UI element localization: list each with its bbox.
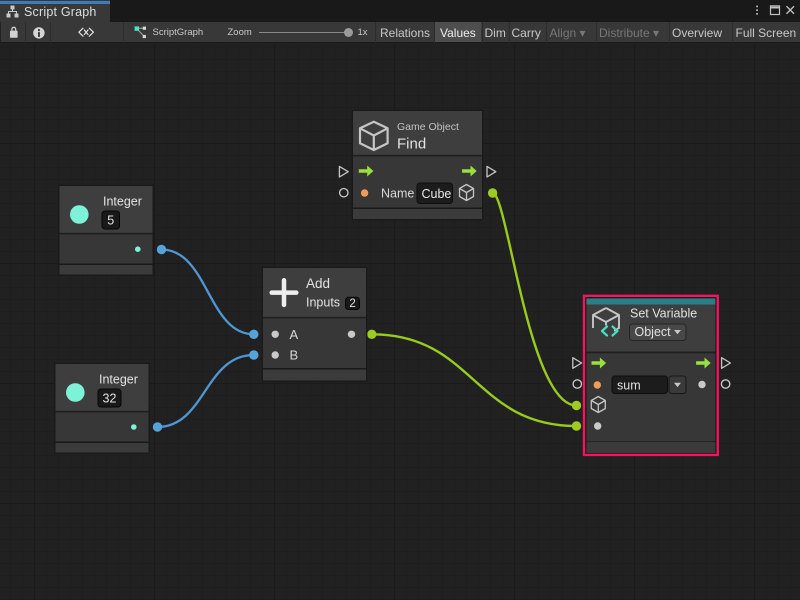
svg-text:A: A — [290, 327, 299, 342]
svg-text:Set Variable: Set Variable — [630, 307, 697, 321]
svg-text:Object: Object — [635, 325, 672, 339]
svg-text:Name: Name — [381, 186, 414, 200]
svg-text:Inputs: Inputs — [306, 296, 340, 310]
svg-text:Integer: Integer — [99, 373, 138, 387]
svg-text:Game Object: Game Object — [397, 121, 459, 133]
svg-text:32: 32 — [103, 392, 117, 406]
svg-text:Integer: Integer — [103, 195, 142, 209]
svg-text:sum: sum — [617, 378, 641, 392]
svg-text:Find: Find — [397, 136, 426, 153]
svg-text:Add: Add — [306, 276, 330, 291]
svg-text:5: 5 — [107, 214, 114, 228]
svg-text:B: B — [290, 348, 299, 363]
svg-text:Cube: Cube — [422, 187, 452, 201]
svg-text:2: 2 — [349, 298, 355, 310]
